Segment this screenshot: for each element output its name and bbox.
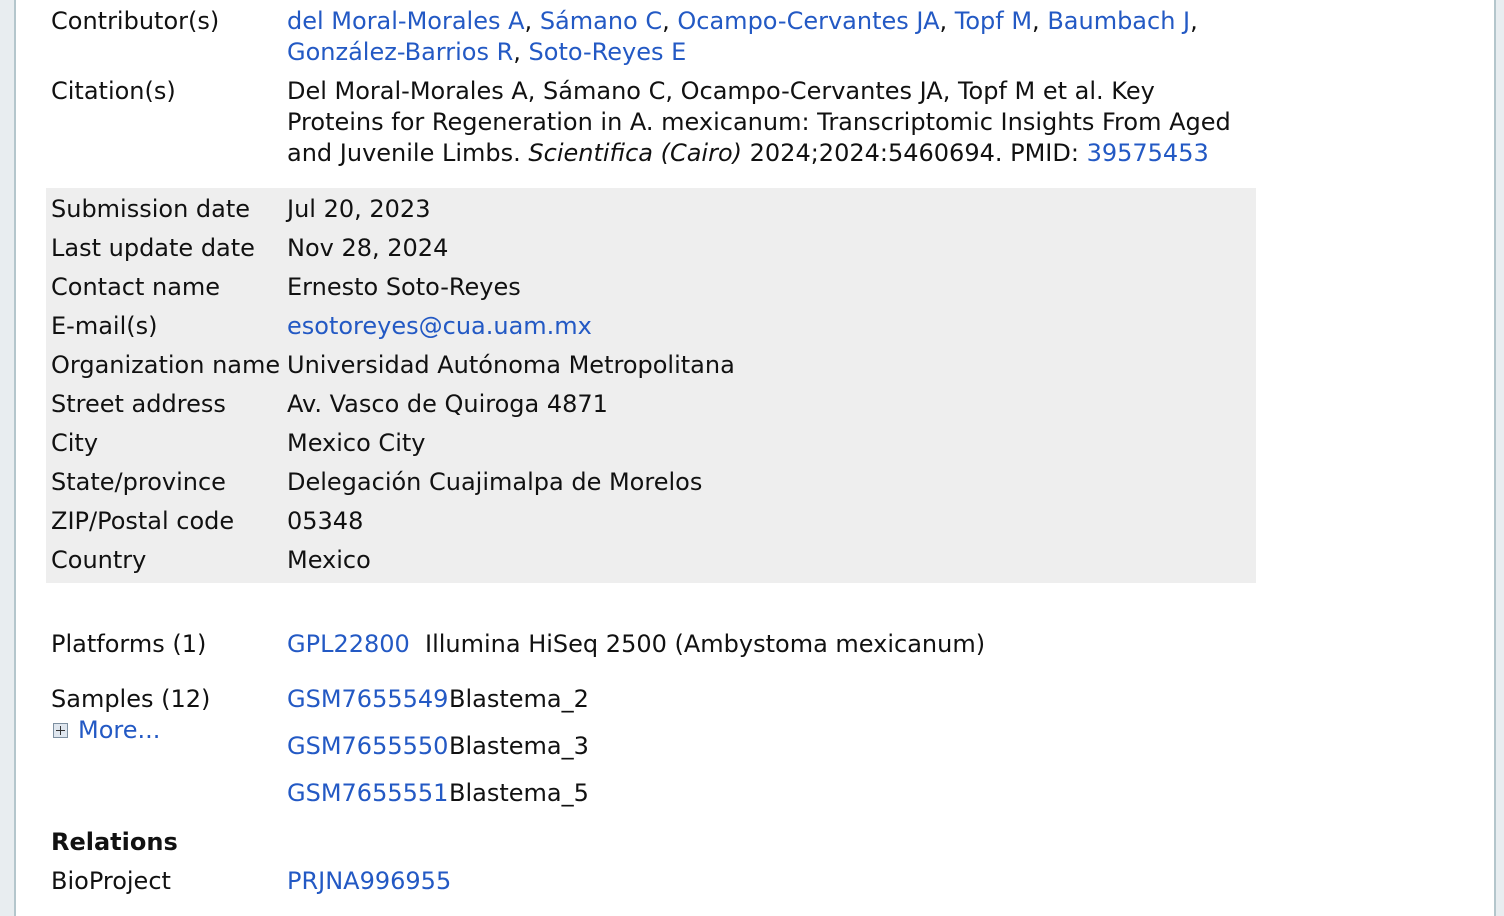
samples-row: Samples (12) More... GSM7655549Blastema_… [46, 684, 1256, 825]
last-update-label: Last update date [51, 234, 255, 262]
country-label: Country [51, 546, 147, 574]
contact-name-value: Ernesto Soto-Reyes [287, 273, 521, 301]
contributor-separator: , [1032, 7, 1048, 35]
street-value: Av. Vasco de Quiroga 4871 [287, 390, 608, 418]
bioproject-label: BioProject [51, 867, 171, 895]
email-link[interactable]: esotoreyes@cua.uam.mx [287, 312, 592, 340]
organization-label: Organization name [51, 351, 281, 379]
state-row: State/province Delegación Cuajimalpa de … [46, 463, 1256, 502]
platform-link[interactable]: GPL22800 [287, 625, 425, 664]
series-detail: Contributor(s) del Moral-Morales A, Sáma… [46, 0, 1256, 901]
contributor-link[interactable]: González-Barrios R [287, 38, 513, 66]
contributors-row: Contributor(s) del Moral-Morales A, Sáma… [46, 0, 1256, 68]
citation-line: Proteins for Regeneration in A. mexicanu… [287, 108, 1231, 136]
contributor-link[interactable]: Soto-Reyes E [529, 38, 687, 66]
sample-item: GSM7655549Blastema_2 [287, 684, 1256, 715]
city-row: City Mexico City [46, 424, 1256, 463]
sample-item: GSM7655550Blastema_3 [287, 731, 1256, 762]
bioproject-link[interactable]: PRJNA996955 [287, 867, 451, 895]
samples-label-cell: Samples (12) More... [46, 684, 287, 825]
contributor-link[interactable]: Baumbach J [1047, 7, 1190, 35]
contributor-link[interactable]: Topf M [955, 7, 1032, 35]
organization-value: Universidad Autónoma Metropolitana [287, 351, 735, 379]
organization-row: Organization name Universidad Autónoma M… [46, 346, 1256, 385]
platform-description: Illumina HiSeq 2500 (Ambystoma mexicanum… [425, 630, 986, 658]
contributors-list: del Moral-Morales A, Sámano C, Ocampo-Ce… [287, 6, 1256, 68]
contact-info-table: Submission date Jul 20, 2023 Last update… [46, 188, 1256, 583]
citation-row: Citation(s) Del Moral-Morales A, Sámano … [46, 68, 1256, 169]
street-row: Street address Av. Vasco de Quiroga 4871 [46, 385, 1256, 424]
platforms-row: Platforms (1) GPL22800 Illumina HiSeq 250… [46, 625, 1256, 664]
country-value: Mexico [287, 546, 371, 574]
last-update-value: Nov 28, 2024 [287, 234, 449, 262]
state-value: Delegación Cuajimalpa de Morelos [287, 468, 703, 496]
country-row: Country Mexico [46, 541, 1256, 580]
contributor-link[interactable]: Sámano C [540, 7, 662, 35]
sample-link[interactable]: GSM7655551 [287, 778, 449, 809]
citation-details: 2024;2024:5460694. PMID: [742, 139, 1087, 167]
journal-name: Scientifica (Cairo) [528, 139, 743, 167]
platform-item: GPL22800 Illumina HiSeq 2500 (Ambystoma m… [287, 625, 1256, 664]
samples-more-toggle[interactable]: More... [51, 715, 287, 746]
more-link[interactable]: More... [78, 715, 160, 746]
contributor-separator: , [524, 7, 540, 35]
samples-list: GSM7655549Blastema_2 GSM7655550Blastema_… [287, 684, 1256, 825]
left-border [0, 0, 16, 916]
contributor-link[interactable]: del Moral-Morales A [287, 7, 525, 35]
sample-description: Blastema_3 [449, 732, 589, 760]
sample-link[interactable]: GSM7655549 [287, 684, 449, 715]
pmid-link[interactable]: 39575453 [1087, 139, 1209, 167]
citation-line: and Juvenile Limbs. [287, 139, 529, 167]
last-update-row: Last update date Nov 28, 2024 [46, 229, 1256, 268]
sample-description: Blastema_2 [449, 685, 589, 713]
contributor-separator: , [1190, 7, 1198, 35]
citation-label: Citation(s) [51, 77, 176, 105]
state-label: State/province [51, 468, 226, 496]
city-value: Mexico City [287, 429, 426, 457]
sample-description: Blastema_5 [449, 779, 589, 807]
zip-row: ZIP/Postal code 05348 [46, 502, 1256, 541]
contributor-separator: , [939, 7, 955, 35]
relations-heading: Relations [51, 828, 178, 856]
right-border [1494, 0, 1504, 916]
email-row: E-mail(s) esotoreyes@cua.uam.mx [46, 307, 1256, 346]
zip-value: 05348 [287, 507, 364, 535]
submission-date-value: Jul 20, 2023 [287, 195, 431, 223]
citation-text: Del Moral-Morales A, Sámano C, Ocampo-Ce… [287, 76, 1256, 169]
contributors-label: Contributor(s) [51, 7, 220, 35]
sample-item: GSM7655551Blastema_5 [287, 778, 1256, 809]
contributor-separator: , [513, 38, 529, 66]
contributor-link[interactable]: Ocampo-Cervantes JA [677, 7, 939, 35]
citation-line: Del Moral-Morales A, Sámano C, Ocampo-Ce… [287, 77, 1155, 105]
submission-date-row: Submission date Jul 20, 2023 [46, 190, 1256, 229]
bioproject-row: BioProject PRJNA996955 [46, 862, 1256, 901]
samples-label: Samples (12) [51, 685, 211, 713]
contact-name-label: Contact name [51, 273, 221, 301]
contact-name-row: Contact name Ernesto Soto-Reyes [46, 268, 1256, 307]
expand-plus-icon[interactable] [53, 723, 68, 738]
sample-link[interactable]: GSM7655550 [287, 731, 449, 762]
city-label: City [51, 429, 99, 457]
submission-date-label: Submission date [51, 195, 251, 223]
email-label: E-mail(s) [51, 312, 158, 340]
platforms-label: Platforms (1) [51, 630, 207, 658]
contributor-separator: , [662, 7, 678, 35]
street-label: Street address [51, 390, 226, 418]
zip-label: ZIP/Postal code [51, 507, 235, 535]
